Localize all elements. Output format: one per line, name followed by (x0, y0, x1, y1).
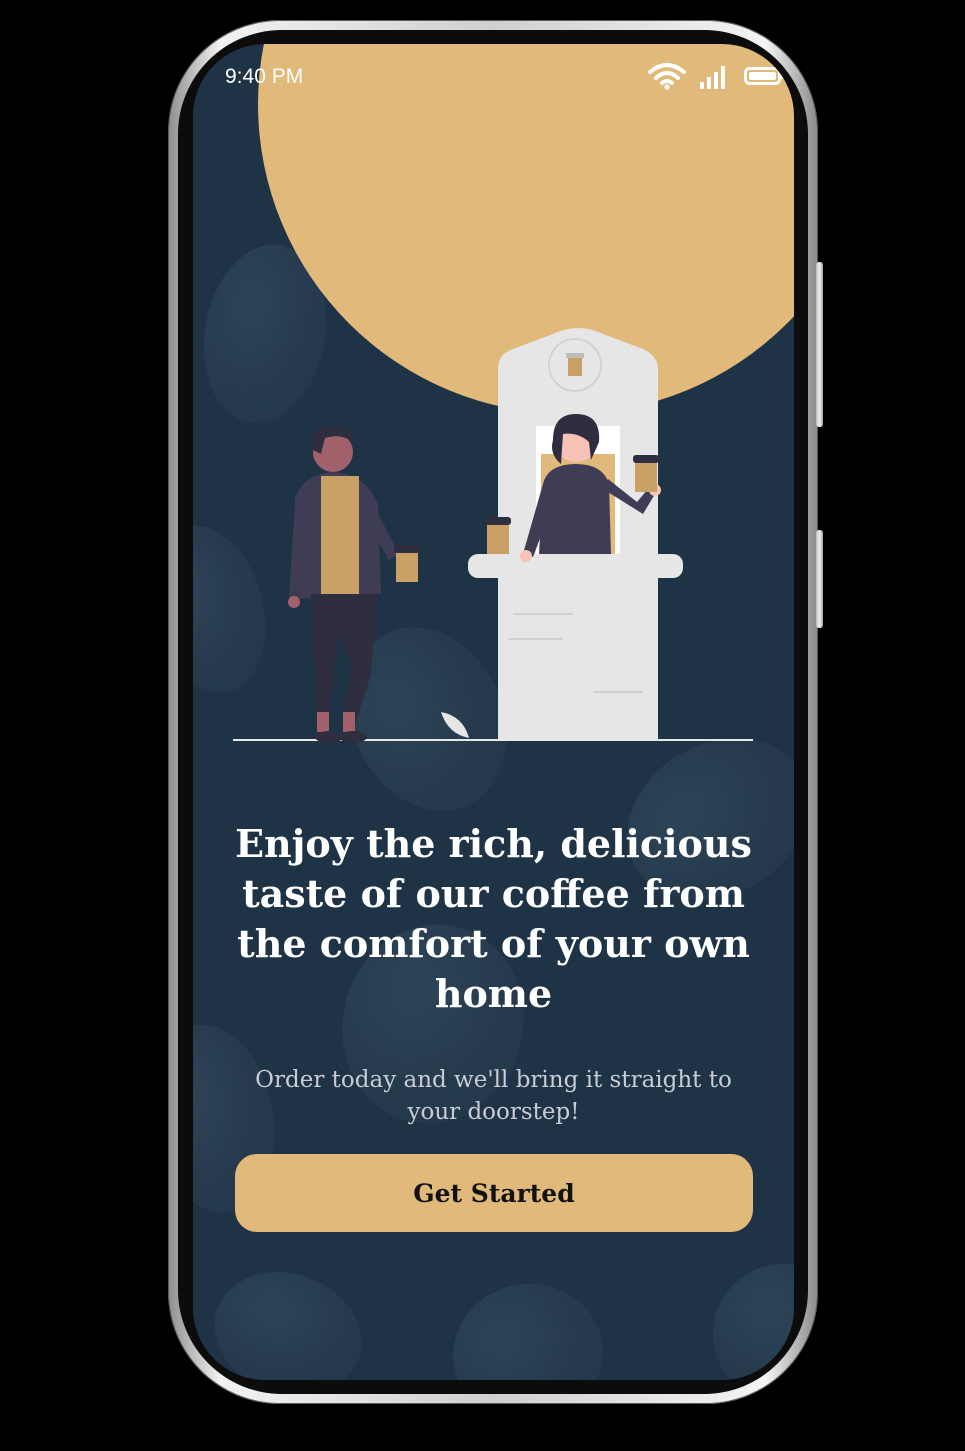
coffee-bean-decoration (697, 1248, 794, 1380)
app-screen: 9:40 PM Enjoy the rich, delicious taste … (193, 44, 794, 1380)
phone-power-button (816, 530, 823, 628)
coffee-bean-decoration (197, 1251, 379, 1380)
battery-icon (744, 65, 786, 91)
get-started-button[interactable]: Get Started (235, 1154, 753, 1232)
status-time: 9:40 PM (225, 65, 304, 88)
coffee-stand-illustration (233, 328, 753, 743)
onboarding-subtext: Order today and we'll bring it straight … (255, 1067, 732, 1125)
phone-volume-button (816, 262, 823, 427)
status-bar: 9:40 PM (193, 44, 794, 114)
signal-icon (700, 62, 730, 94)
wifi-icon (648, 62, 686, 94)
coffee-bean-decoration (441, 1272, 615, 1380)
onboarding-headline: Enjoy the rich, delicious taste of our c… (235, 821, 752, 1016)
